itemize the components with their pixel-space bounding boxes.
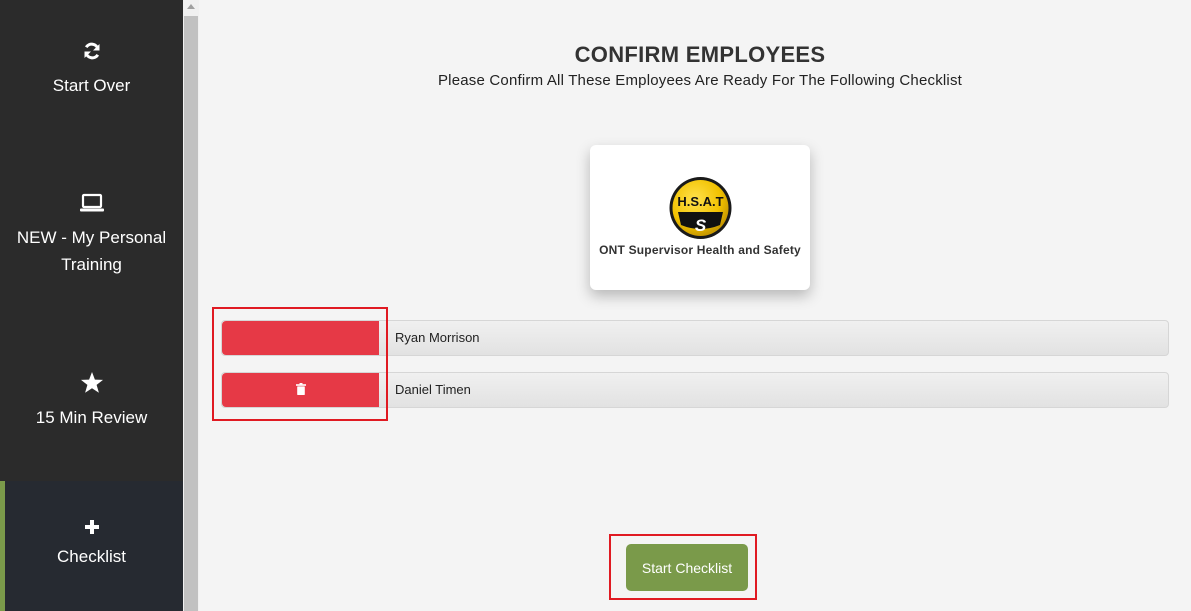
star-icon [80,370,104,396]
laptop-icon [79,190,105,216]
sidebar-item-label: Checklist [57,547,126,566]
employee-name: Ryan Morrison [395,330,480,345]
page-subtitle: Please Confirm All These Employees Are R… [437,72,963,89]
start-checklist-button[interactable]: Start Checklist [626,544,748,591]
refresh-icon [82,38,102,64]
delete-employee-button[interactable] [222,321,379,355]
sidebar-item-personal-training[interactable]: NEW - My Personal Training [0,190,183,310]
active-indicator [0,481,5,611]
employee-row: Daniel Timen [221,372,1169,408]
svg-text:H.S.A.T: H.S.A.T [677,194,723,209]
delete-employee-button[interactable] [222,373,379,407]
employee-name: Daniel Timen [395,382,471,397]
scrollbar-thumb[interactable] [184,16,198,611]
scrollbar[interactable] [183,0,199,611]
sidebar-item-start-over[interactable]: Start Over [0,38,183,158]
sidebar-item-checklist[interactable]: Checklist [0,481,183,611]
checklist-title: ONT Supervisor Health and Safety [599,243,801,257]
sidebar: Start Over NEW - My Personal Training 15… [0,0,183,611]
hsat-logo: S H.S.A.T [664,175,737,241]
employee-row: Ryan Morrison [221,320,1169,356]
main-content: CONFIRM EMPLOYEES Please Confirm All The… [199,0,1191,611]
sidebar-item-15-min-review[interactable]: 15 Min Review [0,370,183,480]
scroll-up-arrow-icon[interactable] [187,4,195,9]
page-title: CONFIRM EMPLOYEES [574,42,826,67]
svg-text:S: S [695,216,707,235]
plus-icon [84,517,99,537]
checklist-card: S H.S.A.T ONT Supervisor Health and Safe… [590,145,810,290]
sidebar-item-label: 15 Min Review [35,408,148,427]
sidebar-item-label: NEW - My Personal Training [16,228,167,274]
trash-icon [295,382,306,398]
sidebar-item-label: Start Over [52,76,131,95]
